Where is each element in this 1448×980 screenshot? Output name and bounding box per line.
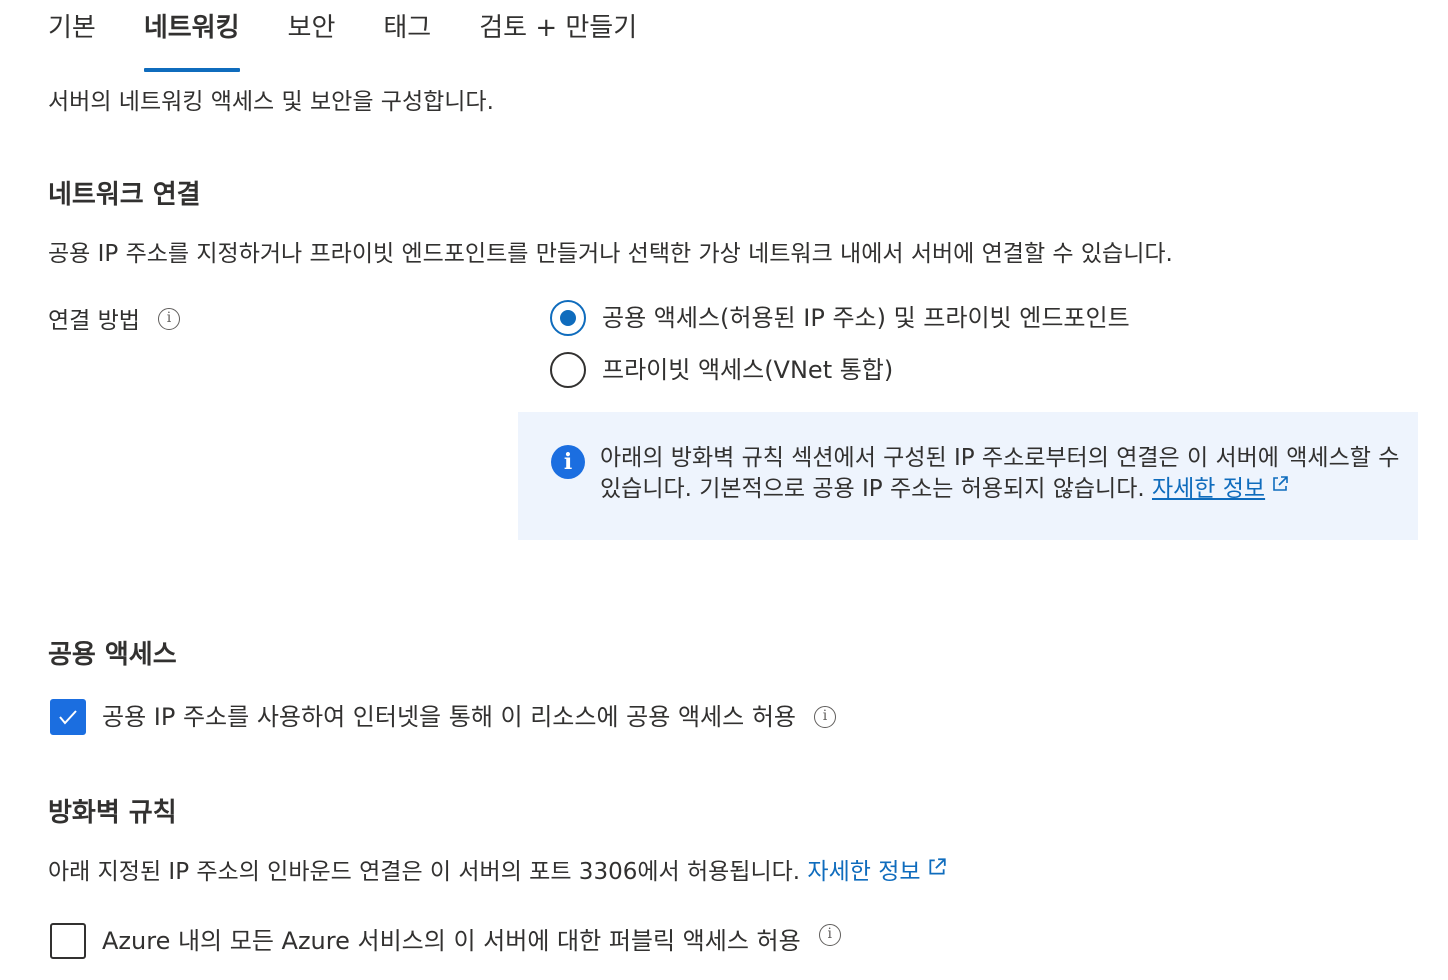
info-icon[interactable]: i <box>814 706 836 728</box>
radio-button[interactable] <box>550 352 586 388</box>
checkmark-icon <box>59 710 77 725</box>
radio-button-selected[interactable] <box>550 300 586 336</box>
info-circle-icon: i <box>551 445 585 479</box>
radio-private-access-vnet[interactable]: 프라이빗 액세스(VNet 통합) <box>550 352 893 388</box>
info-banner-text: 아래의 방화벽 규칙 섹션에서 구성된 IP 주소로부터의 연결은 이 서버에 … <box>600 443 1400 505</box>
info-icon[interactable]: i <box>818 924 841 946</box>
azure-services-checkbox-row[interactable]: Azure 내의 모든 Azure 서비스의 이 서버에 대한 퍼블릭 액세스 … <box>50 923 841 959</box>
azure-services-checkbox-label: Azure 내의 모든 Azure 서비스의 이 서버에 대한 퍼블릭 액세스 … <box>102 927 801 955</box>
network-connection-description: 공용 IP 주소를 지정하거나 프라이빗 엔드포인트를 만들거나 선택한 가상 … <box>48 241 1173 267</box>
networking-page: 기본 네트워킹 보안 태그 검토 + 만들기 서버의 네트워킹 액세스 및 보안… <box>0 0 1448 980</box>
firewall-rules-heading: 방화벽 규칙 <box>48 798 177 828</box>
checkbox-checked[interactable] <box>50 699 86 735</box>
tab-basics[interactable]: 기본 <box>48 0 96 64</box>
info-banner: i 아래의 방화벽 규칙 섹션에서 구성된 IP 주소로부터의 연결은 이 서버… <box>518 412 1418 540</box>
public-access-checkbox-label: 공용 IP 주소를 사용하여 인터넷을 통해 이 리소스에 공용 액세스 허용 <box>102 703 796 731</box>
checkbox[interactable] <box>50 923 86 959</box>
tab-review-create[interactable]: 검토 + 만들기 <box>479 0 637 64</box>
firewall-description: 아래 지정된 IP 주소의 인바운드 연결은 이 서버의 포트 3306에서 허… <box>48 857 947 888</box>
radio-public-access-private-endpoint[interactable]: 공용 액세스(허용된 IP 주소) 및 프라이빗 엔드포인트 <box>550 300 1130 336</box>
public-access-checkbox-row[interactable]: 공용 IP 주소를 사용하여 인터넷을 통해 이 리소스에 공용 액세스 허용 … <box>50 699 836 735</box>
tab-bar: 기본 네트워킹 보안 태그 검토 + 만들기 <box>48 0 685 72</box>
network-connection-heading: 네트워크 연결 <box>48 180 201 210</box>
public-access-heading: 공용 액세스 <box>48 640 177 670</box>
tab-tags[interactable]: 태그 <box>383 0 431 64</box>
external-link-icon <box>1271 471 1289 502</box>
firewall-description-text: 아래 지정된 IP 주소의 인바운드 연결은 이 서버의 포트 3306에서 허… <box>48 859 801 885</box>
info-icon[interactable]: i <box>157 307 180 330</box>
connection-method-field: 연결 방법 i <box>48 306 180 336</box>
radio-label: 공용 액세스(허용된 IP 주소) 및 프라이빗 엔드포인트 <box>602 304 1130 332</box>
learn-more-link[interactable]: 자세한 정보 <box>1152 476 1265 502</box>
external-link-icon <box>927 855 947 885</box>
tab-networking[interactable]: 네트워킹 <box>143 0 240 72</box>
radio-label: 프라이빗 액세스(VNet 통합) <box>602 356 894 384</box>
tab-security[interactable]: 보안 <box>288 0 336 64</box>
connection-method-label: 연결 방법 <box>48 308 140 334</box>
intro-text: 서버의 네트워킹 액세스 및 보안을 구성합니다. <box>48 89 494 115</box>
firewall-learn-more-link[interactable]: 자세한 정보 <box>807 859 920 885</box>
